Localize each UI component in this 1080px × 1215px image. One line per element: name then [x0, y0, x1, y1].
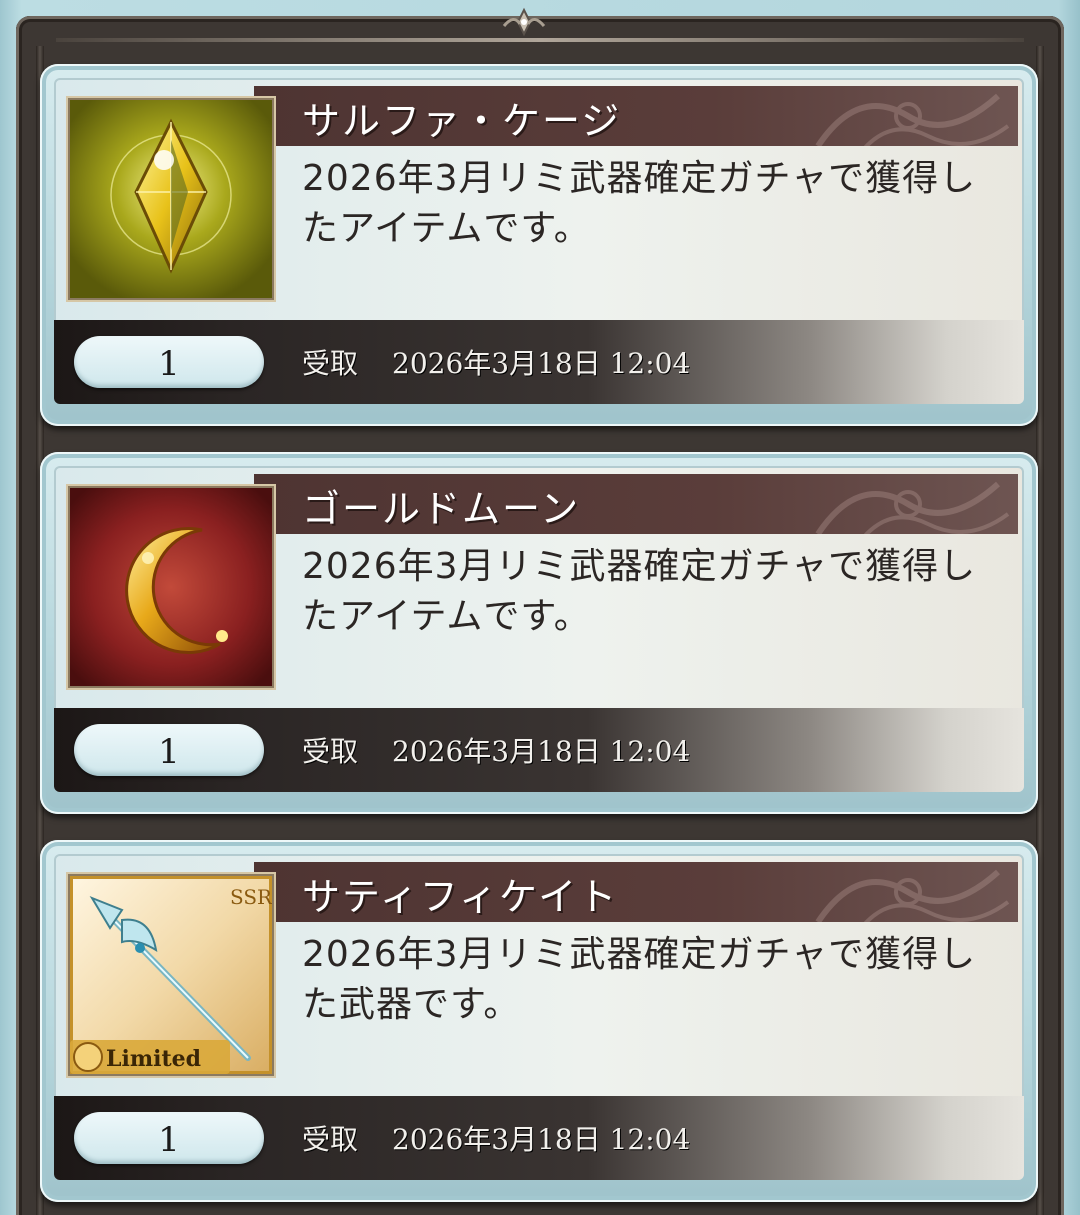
item-name: サルファ・ケージ: [302, 99, 622, 143]
received-date: 2026年3月18日 12:04: [392, 1123, 691, 1156]
receive-status: 受取: [302, 347, 359, 380]
yellow-crystal-icon: [70, 100, 272, 298]
list-item[interactable]: サティフィケイト 2026年3月リミ武器確定ガチャで獲得した武器です。 SSR …: [40, 840, 1038, 1202]
title-ornament-icon: [815, 869, 1010, 922]
quantity-badge: 1: [74, 336, 264, 388]
item-thumbnail: [68, 486, 274, 688]
received-date: 2026年3月18日 12:04: [392, 347, 691, 380]
list-item[interactable]: ゴールドムーン 2026年3月リミ武器確定ガチャで獲得したアイテムです。 1 受…: [40, 452, 1038, 814]
quantity-badge: 1: [74, 1112, 264, 1164]
receive-status: 受取: [302, 1123, 359, 1156]
quantity-value: 1: [158, 1120, 180, 1160]
item-footer: 1 受取 2026年3月18日 12:04: [54, 1096, 1024, 1180]
gold-moon-icon: [70, 488, 272, 686]
quantity-value: 1: [158, 344, 180, 384]
spear-weapon-icon: SSR Limited: [70, 876, 272, 1074]
item-name: サティフィケイト: [302, 875, 619, 919]
limited-badge-label: Limited: [106, 1046, 201, 1072]
receive-status: 受取: [302, 735, 359, 768]
item-title-bar: サティフィケイト: [254, 862, 1018, 922]
quantity-value: 1: [158, 732, 180, 772]
item-description: 2026年3月リミ武器確定ガチャで獲得したアイテムです。: [302, 158, 977, 249]
rarity-label: SSR: [230, 885, 272, 909]
item-title-bar: サルファ・ケージ: [254, 86, 1018, 146]
title-ornament-icon: [815, 93, 1010, 146]
item-thumbnail: SSR Limited: [68, 874, 274, 1076]
item-description: 2026年3月リミ武器確定ガチャで獲得した武器です。: [302, 934, 977, 1025]
list-item-panel: サティフィケイト 2026年3月リミ武器確定ガチャで獲得した武器です。 SSR …: [54, 854, 1024, 1180]
received-date: 2026年3月18日 12:04: [392, 735, 691, 768]
item-footer: 1 受取 2026年3月18日 12:04: [54, 320, 1024, 404]
frame-ornament-icon: [502, 7, 546, 37]
item-name: ゴールドムーン: [302, 487, 581, 531]
item-thumbnail: [68, 98, 274, 300]
item-description: 2026年3月リミ武器確定ガチャで獲得したアイテムです。: [302, 546, 977, 637]
title-ornament-icon: [815, 481, 1010, 534]
item-footer: 1 受取 2026年3月18日 12:04: [54, 708, 1024, 792]
quantity-badge: 1: [74, 724, 264, 776]
list-item[interactable]: サルファ・ケージ 2026年3月リミ武器確定ガチャで獲得したアイテムです。 1 …: [40, 64, 1038, 426]
list-item-panel: ゴールドムーン 2026年3月リミ武器確定ガチャで獲得したアイテムです。 1 受…: [54, 466, 1024, 792]
list-item-panel: サルファ・ケージ 2026年3月リミ武器確定ガチャで獲得したアイテムです。 1 …: [54, 78, 1024, 404]
item-title-bar: ゴールドムーン: [254, 474, 1018, 534]
